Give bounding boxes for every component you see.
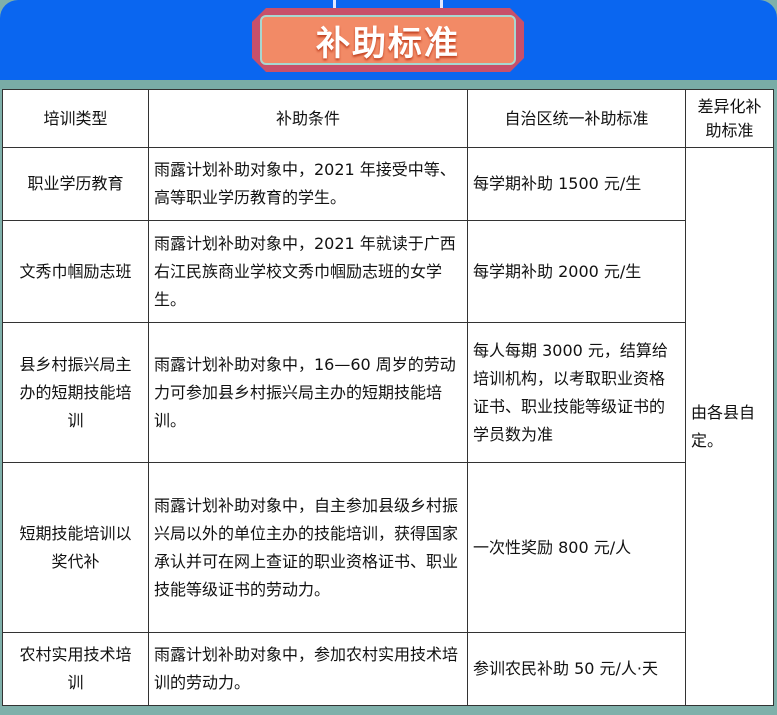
type-cell: 文秀巾帼励志班	[2, 220, 149, 323]
header-cell: 培训类型	[2, 89, 149, 148]
differential-cell: 由各县自定。	[685, 147, 774, 706]
type-cell: 县乡村振兴局主办的短期技能培训	[2, 322, 149, 463]
subsidy-table: 培训类型 补助条件 自治区统一补助标准 差异化补助标准 职业学历教育 雨露计划补…	[2, 89, 774, 706]
divider	[0, 80, 777, 89]
standard-cell: 一次性奖励 800 元/人	[467, 462, 686, 633]
standard-cell: 每人每期 3000 元，结算给培训机构，以考取职业资格证书、职业技能等级证书的学…	[467, 322, 686, 463]
type-cell: 职业学历教育	[2, 147, 149, 221]
standard-cell: 每学期补助 2000 元/生	[467, 220, 686, 323]
header-cell: 补助条件	[148, 89, 468, 148]
standard-cell: 每学期补助 1500 元/生	[467, 147, 686, 221]
type-cell: 短期技能培训以奖代补	[2, 462, 149, 633]
condition-cell: 雨露计划补助对象中，2021 年就读于广西右江民族商业学校文秀巾帼励志班的女学生…	[148, 220, 468, 323]
table-row: 短期技能培训以奖代补 雨露计划补助对象中，自主参加县级乡村振兴局以外的单位主办的…	[2, 462, 774, 633]
table-row: 文秀巾帼励志班 雨露计划补助对象中，2021 年就读于广西右江民族商业学校文秀巾…	[2, 220, 774, 323]
condition-cell: 雨露计划补助对象中，2021 年接受中等、高等职业学历教育的学生。	[148, 147, 468, 221]
condition-cell: 雨露计划补助对象中，16—60 周岁的劳动力可参加县乡村振兴局主办的短期技能培训…	[148, 322, 468, 463]
page-title: 补助标准	[260, 15, 516, 65]
table-row: 农村实用技术培训 雨露计划补助对象中，参加农村实用技术培训的劳动力。 参训农民补…	[2, 632, 774, 706]
standard-cell: 参训农民补助 50 元/人·天	[467, 632, 686, 706]
title-badge: 补助标准	[252, 8, 524, 72]
header-cell: 差异化补助标准	[685, 89, 774, 148]
type-cell: 农村实用技术培训	[2, 632, 149, 706]
table-row: 职业学历教育 雨露计划补助对象中，2021 年接受中等、高等职业学历教育的学生。…	[2, 147, 774, 706]
condition-cell: 雨露计划补助对象中，自主参加县级乡村振兴局以外的单位主办的技能培训，获得国家承认…	[148, 462, 468, 633]
condition-cell: 雨露计划补助对象中，参加农村实用技术培训的劳动力。	[148, 632, 468, 706]
header-cell: 自治区统一补助标准	[467, 89, 686, 148]
table-header-row: 培训类型 补助条件 自治区统一补助标准 差异化补助标准	[2, 89, 774, 148]
table-row: 县乡村振兴局主办的短期技能培训 雨露计划补助对象中，16—60 周岁的劳动力可参…	[2, 322, 774, 463]
